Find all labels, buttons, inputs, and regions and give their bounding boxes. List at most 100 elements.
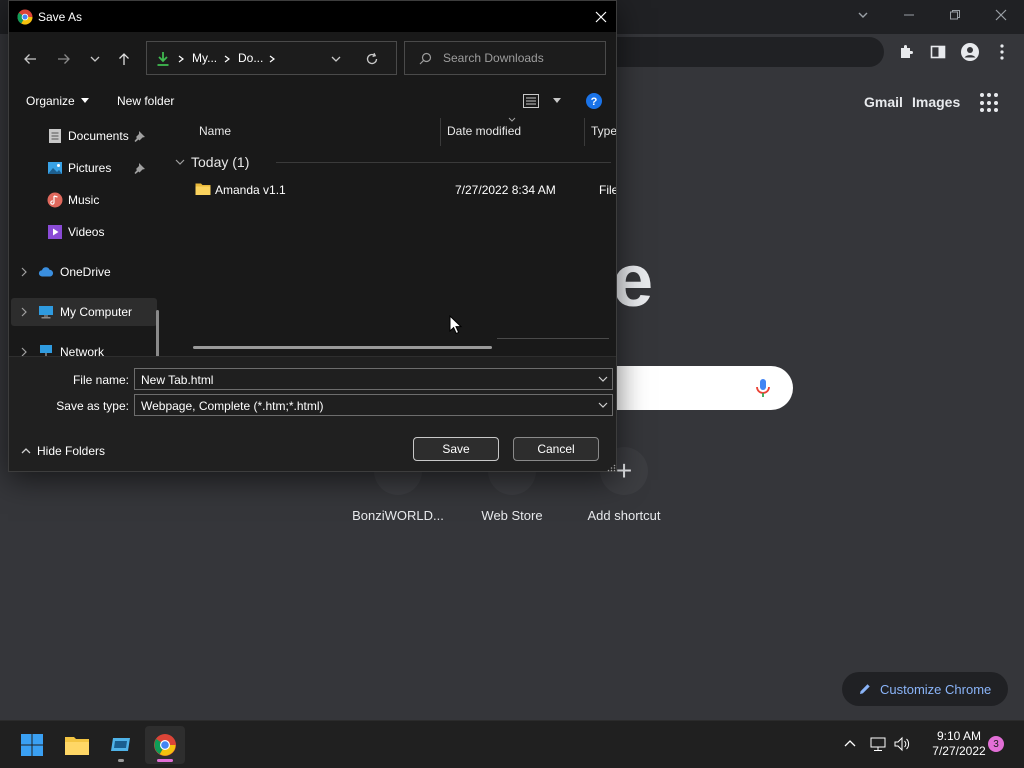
voice-search-icon[interactable]: [754, 377, 772, 399]
search-input[interactable]: [443, 49, 601, 67]
nav-item-music[interactable]: Music: [11, 186, 157, 214]
network-icon[interactable]: [868, 734, 888, 754]
nav-item-pictures[interactable]: Pictures: [11, 154, 157, 182]
folder-icon: [65, 737, 89, 755]
save-as-type-value: Webpage, Complete (*.htm;*.html): [141, 399, 324, 413]
nav-item-videos[interactable]: Videos: [11, 218, 157, 246]
nav-item-network[interactable]: Network: [11, 338, 157, 356]
recent-locations-button[interactable]: [84, 48, 106, 70]
help-icon: ?: [586, 93, 602, 109]
file-name-value[interactable]: New Tab.html: [141, 373, 213, 387]
column-header-name[interactable]: Name: [199, 124, 231, 138]
cancel-button[interactable]: Cancel: [513, 437, 599, 461]
new-folder-button[interactable]: New folder: [117, 94, 174, 108]
taskbar-app[interactable]: [101, 726, 141, 764]
caret-down-icon: [553, 98, 561, 103]
column-header-date-modified[interactable]: Date modified: [447, 124, 521, 138]
refresh-icon[interactable]: [365, 52, 379, 66]
forward-button[interactable]: [53, 48, 75, 70]
taskbar-file-explorer[interactable]: [57, 726, 97, 764]
chevron-right-icon[interactable]: [19, 307, 29, 317]
profile-icon[interactable]: [959, 41, 981, 63]
nav-item-label: Network: [60, 345, 105, 356]
images-link[interactable]: Images: [912, 94, 960, 110]
customize-chrome-button[interactable]: Customize Chrome: [842, 672, 1008, 706]
volume-icon[interactable]: [892, 734, 912, 754]
save-as-type-select[interactable]: Webpage, Complete (*.htm;*.html): [134, 394, 613, 416]
omnibox[interactable]: [610, 37, 884, 67]
file-list: Name Date modified Type Today (1) Amanda…: [167, 116, 616, 356]
chevron-down-icon: [175, 159, 185, 165]
clock[interactable]: 9:10 AM 7/27/2022: [920, 729, 998, 759]
group-header-today[interactable]: Today (1): [175, 154, 249, 170]
dialog-title-bar[interactable]: Save As: [9, 1, 616, 32]
gmail-link[interactable]: Gmail: [864, 94, 903, 110]
search-icon: [419, 52, 432, 65]
up-button[interactable]: [113, 48, 135, 70]
organize-button[interactable]: Organize: [26, 94, 89, 108]
chevron-right-icon[interactable]: [19, 267, 29, 277]
chevron-right-icon: [178, 55, 184, 63]
chevron-down-icon[interactable]: [598, 374, 608, 384]
file-row[interactable]: Amanda v1.1 7/27/2022 8:34 AM File fo: [185, 180, 616, 202]
group-label: Today (1): [191, 154, 250, 170]
help-button[interactable]: ?: [586, 93, 602, 114]
network-icon: [40, 345, 52, 356]
dialog-close-button[interactable]: [589, 5, 613, 29]
chevron-down-icon[interactable]: [598, 400, 608, 410]
taskbar-chrome[interactable]: [145, 726, 185, 764]
file-date-modified: 7/27/2022 8:34 AM: [455, 183, 556, 197]
nav-item-label: Documents: [68, 129, 129, 143]
chrome-icon: [17, 9, 33, 25]
notification-badge[interactable]: 3: [988, 736, 1004, 752]
command-bar: Organize New folder ?: [9, 86, 616, 116]
downloads-icon: [157, 52, 169, 66]
breadcrumb-downloads[interactable]: Do...: [238, 51, 263, 65]
save-as-type-label: Save as type:: [56, 399, 129, 413]
navigation-bar: My... Do...: [9, 32, 616, 86]
tab-search-icon[interactable]: [849, 4, 877, 26]
clock-date: 7/27/2022: [932, 744, 986, 758]
arrow-up-icon: [119, 53, 129, 65]
side-panel-icon[interactable]: [927, 41, 949, 63]
address-bar[interactable]: My... Do...: [146, 41, 397, 75]
arrow-right-icon: [58, 54, 70, 64]
shortcut-label: Web Store: [481, 508, 543, 523]
computer-icon: [39, 306, 53, 319]
file-name-combobox[interactable]: New Tab.html: [134, 368, 613, 390]
shortcut-label: Add shortcut: [587, 508, 661, 523]
caret-down-icon: [80, 98, 89, 103]
details-view-icon: [523, 94, 539, 108]
start-button[interactable]: [12, 726, 52, 764]
minimize-icon[interactable]: [895, 4, 923, 26]
cloud-icon: [38, 267, 54, 277]
nav-item-onedrive[interactable]: OneDrive: [11, 258, 157, 286]
window-close-icon[interactable]: [987, 4, 1015, 26]
dialog-title: Save As: [38, 10, 83, 24]
pictures-icon: [48, 162, 62, 174]
save-button[interactable]: Save: [413, 437, 499, 461]
google-apps-icon[interactable]: [980, 93, 1000, 113]
back-button[interactable]: [19, 48, 41, 70]
navigation-scrollbar[interactable]: [156, 310, 159, 356]
documents-icon: [49, 129, 61, 143]
chevron-up-icon[interactable]: [840, 734, 860, 754]
extensions-icon[interactable]: [895, 41, 917, 63]
breadcrumb-my-computer[interactable]: My...: [192, 51, 217, 65]
view-options-button[interactable]: [523, 94, 561, 108]
hide-folders-button[interactable]: Hide Folders: [21, 444, 105, 458]
nav-item-label: OneDrive: [60, 265, 111, 279]
nav-item-my-computer[interactable]: My Computer: [11, 298, 157, 326]
search-box[interactable]: [404, 41, 606, 75]
column-header-type[interactable]: Type: [591, 124, 616, 138]
menu-kebab-icon[interactable]: [991, 41, 1013, 63]
column-divider[interactable]: [584, 118, 585, 146]
nav-item-documents[interactable]: Documents: [11, 122, 157, 150]
restore-icon[interactable]: [941, 4, 969, 26]
group-divider: [276, 162, 611, 163]
horizontal-scrollbar[interactable]: [193, 346, 492, 349]
column-divider[interactable]: [440, 118, 441, 146]
address-history-icon[interactable]: [331, 54, 341, 64]
resize-grip-icon[interactable]: [606, 464, 616, 472]
chevron-right-icon[interactable]: [19, 347, 29, 356]
